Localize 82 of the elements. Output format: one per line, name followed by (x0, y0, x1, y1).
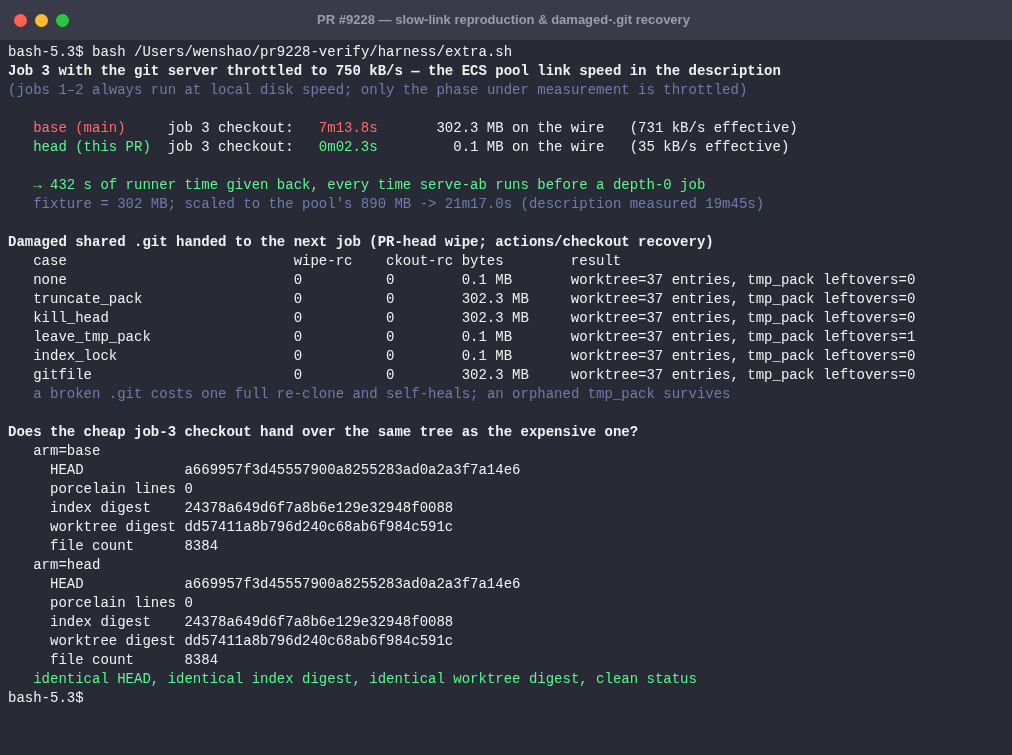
note-text: a broken .git costs one full re-clone and self-heals; an orphaned tmp_pack survives (33, 386, 731, 402)
table-cell: 0 (293, 348, 303, 364)
table-cell: worktree=37 entries, tmp_pack leftovers=0 (570, 310, 916, 326)
metric-label: job 3 checkout: (167, 139, 294, 155)
table-cell: worktree=37 entries, tmp_pack leftovers=0 (570, 348, 916, 364)
table-cell: 0 (293, 329, 303, 345)
summary-text: fixture = 302 MB; scaled to the pool's 890 MB -> 21m17.0s (description measured 19m45s) (33, 196, 765, 212)
field-label: porcelain lines (50, 481, 177, 497)
table-cell: 0 (386, 348, 395, 364)
field-label: porcelain lines (50, 595, 177, 611)
table-cell: 0 (386, 291, 395, 307)
column-header: ckout-rc (386, 253, 454, 269)
field-label: worktree digest (50, 633, 177, 649)
table-cell: none (33, 272, 67, 288)
field-value: a669957f3d45557900a8255283ad0a2a3f7a14e6 (184, 575, 521, 594)
field-value: 8384 (184, 651, 219, 670)
table-cell: 0.1 MB (461, 329, 513, 345)
window-title: PR #9228 — slow-link reproduction & damaged-.git recovery (317, 11, 690, 30)
arm-name: arm=base (33, 443, 101, 459)
table-cell: 0.1 MB (461, 348, 513, 364)
field-value: a669957f3d45557900a8255283ad0a2a3f7a14e6 (184, 461, 521, 480)
arm-label: head (this PR) (33, 139, 151, 155)
arm-label: base (main) (33, 120, 126, 136)
table-cell: kill_head (33, 310, 109, 326)
table-cell: 0.1 MB (461, 272, 513, 288)
zoom-button[interactable] (56, 13, 69, 27)
table-cell: 0 (293, 291, 303, 307)
table-cell: gitfile (33, 367, 92, 383)
note-text: (jobs 1–2 always run at local disk speed; only the phase under measurement is throttled) (8, 82, 748, 98)
field-label: HEAD (50, 462, 84, 478)
effective-rate: (35 kB/s effective) (629, 139, 790, 155)
field-label: file count (50, 652, 134, 668)
field-value: 0 (184, 594, 193, 613)
field-value: 8384 (184, 537, 219, 556)
command-text: bash /Users/wenshao/pr9228-verify/harness/extra.sh (92, 44, 513, 60)
wire-bytes: 0.1 MB on the wire (453, 138, 605, 157)
table-cell: 302.3 MB (461, 367, 529, 383)
close-button[interactable] (14, 13, 27, 27)
arm-name: arm=head (33, 557, 101, 573)
field-label: worktree digest (50, 519, 177, 535)
summary-text: → 432 s of runner time given back, every time serve-ab runs before a depth-0 job (33, 177, 706, 193)
section-heading: Damaged shared .git handed to the next job (PR-head wipe; actions/checkout recovery) (8, 234, 714, 250)
table-cell: index_lock (33, 348, 118, 364)
field-label: file count (50, 538, 134, 554)
minimize-button[interactable] (35, 13, 48, 27)
section-heading: Job 3 with the git server throttled to 750 kB/s — the ECS pool link speed in the description (8, 63, 781, 79)
table-cell: 0 (386, 310, 395, 326)
table-cell: worktree=37 entries, tmp_pack leftovers=0 (570, 367, 916, 383)
checkout-time: 7m13.8s (318, 120, 378, 136)
field-label: HEAD (50, 576, 84, 592)
effective-rate: (731 kB/s effective) (629, 120, 798, 136)
table-cell: 0 (293, 272, 303, 288)
table-cell: 0 (293, 310, 303, 326)
column-header: case (33, 253, 67, 269)
field-label: index digest (50, 500, 151, 516)
table-cell: 0 (386, 329, 395, 345)
field-label: index digest (50, 614, 151, 630)
checkout-time: 0m02.3s (318, 139, 378, 155)
table-cell: truncate_pack (33, 291, 143, 307)
table-cell: 302.3 MB (461, 310, 529, 326)
section-heading: Does the cheap job-3 checkout hand over the same tree as the expensive one? (8, 424, 639, 440)
field-value: 24378a649d6f7a8b6e129e32948f0088 (184, 613, 454, 632)
table-cell: worktree=37 entries, tmp_pack leftovers=1 (570, 329, 916, 345)
prompt: bash-5.3$ (8, 690, 84, 706)
table-cell: worktree=37 entries, tmp_pack leftovers=0 (570, 291, 916, 307)
field-value: 24378a649d6f7a8b6e129e32948f0088 (184, 499, 454, 518)
table-cell: 0 (386, 272, 395, 288)
field-value: dd57411a8b796d240c68ab6f984c591c (184, 518, 454, 537)
column-header: wipe-rc (293, 253, 353, 269)
conclusion-text: identical HEAD, identical index digest, identical worktree digest, clean status (33, 671, 697, 687)
table-cell: 0 (386, 367, 395, 383)
metric-label: job 3 checkout: (167, 120, 294, 136)
field-value: dd57411a8b796d240c68ab6f984c591c (184, 632, 454, 651)
table-cell: 0 (293, 367, 303, 383)
field-value: 0 (184, 480, 193, 499)
prompt: bash-5.3$ (8, 44, 84, 60)
column-header: bytes (461, 253, 504, 269)
table-cell: 302.3 MB (461, 291, 529, 307)
column-header: result (570, 253, 622, 269)
table-cell: leave_tmp_pack (33, 329, 151, 345)
table-cell: worktree=37 entries, tmp_pack leftovers=0 (570, 272, 916, 288)
wire-bytes: 302.3 MB on the wire (436, 119, 605, 138)
